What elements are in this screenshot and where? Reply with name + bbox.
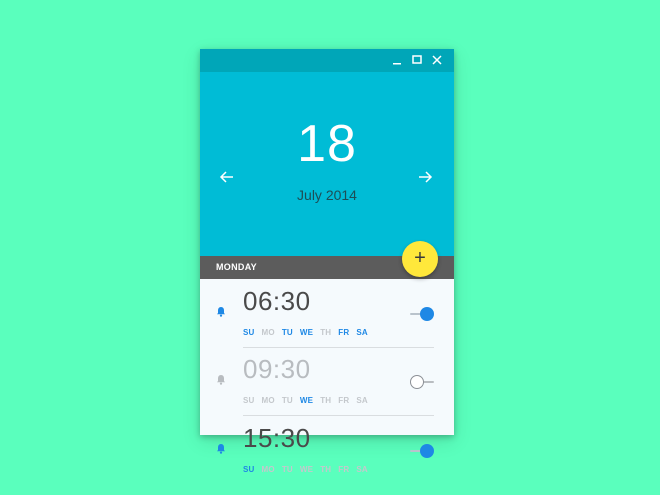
day-chip-fr[interactable]: FR [338,396,349,406]
day-chip-mo[interactable]: MO [262,396,275,406]
alarm-time: 09:30 [243,354,311,384]
repeat-days: SU MO TU WE TH FR SA [243,459,375,474]
maximize-icon[interactable] [410,53,424,67]
day-chip-tu[interactable]: TU [282,396,293,406]
alarm-toggle[interactable] [410,444,434,458]
bell-icon [216,441,226,454]
day-chip-sa[interactable]: SA [356,465,368,475]
day-chip-sa[interactable]: SA [356,328,368,338]
day-chip-th[interactable]: TH [320,465,331,475]
repeat-days: SU MO TU WE TH FR SA [243,322,375,337]
bell-icon [216,372,226,385]
alarm-item[interactable]: 15:30 SU MO TU WE TH FR SA [200,419,454,487]
alarm-item[interactable]: 09:30 SU MO TU WE TH FR SA [200,350,454,418]
day-chip-fr[interactable]: FR [338,328,349,338]
date-header: 18 July 2014 [200,72,454,256]
day-chip-mo[interactable]: MO [262,328,275,338]
divider [243,347,434,348]
day-chip-we[interactable]: WE [300,328,313,338]
day-chip-mo[interactable]: MO [262,465,275,475]
day-chip-tu[interactable]: TU [282,465,293,475]
day-chip-th[interactable]: TH [320,328,331,338]
toggle-knob [420,307,434,321]
day-chip-fr[interactable]: FR [338,465,349,475]
alarm-toggle[interactable] [410,375,434,389]
toggle-knob [410,375,424,389]
day-chip-sa[interactable]: SA [356,396,368,406]
alarm-app-window: 18 July 2014 MONDAY + 06:30 SU MO TU WE TH FR S… [200,49,454,474]
alarm-time: 15:30 [243,423,311,453]
day-chip-we[interactable]: WE [300,396,313,406]
day-chip-th[interactable]: TH [320,396,331,406]
close-icon[interactable] [430,53,444,67]
toggle-knob [420,444,434,458]
title-bar [200,49,454,72]
divider [243,415,434,416]
day-chip-su[interactable]: SU [243,328,255,338]
day-number: 18 [297,115,357,173]
day-chip-su[interactable]: SU [243,465,255,475]
month-year-label: July 2014 [297,187,357,203]
day-chip-su[interactable]: SU [243,396,255,406]
repeat-days: SU MO TU WE TH FR SA [243,390,375,405]
minimize-icon[interactable] [390,53,404,67]
day-chip-tu[interactable]: TU [282,328,293,338]
bell-icon [216,304,226,317]
alarm-item[interactable]: 06:30 SU MO TU WE TH FR SA [200,282,454,350]
day-chip-we[interactable]: WE [300,465,313,475]
arrow-right-icon[interactable] [416,168,434,186]
alarm-time: 06:30 [243,286,311,316]
add-alarm-button[interactable]: + [402,241,438,277]
weekday-label: MONDAY [216,262,257,272]
plus-icon: + [414,247,426,269]
alarm-toggle[interactable] [410,307,434,321]
